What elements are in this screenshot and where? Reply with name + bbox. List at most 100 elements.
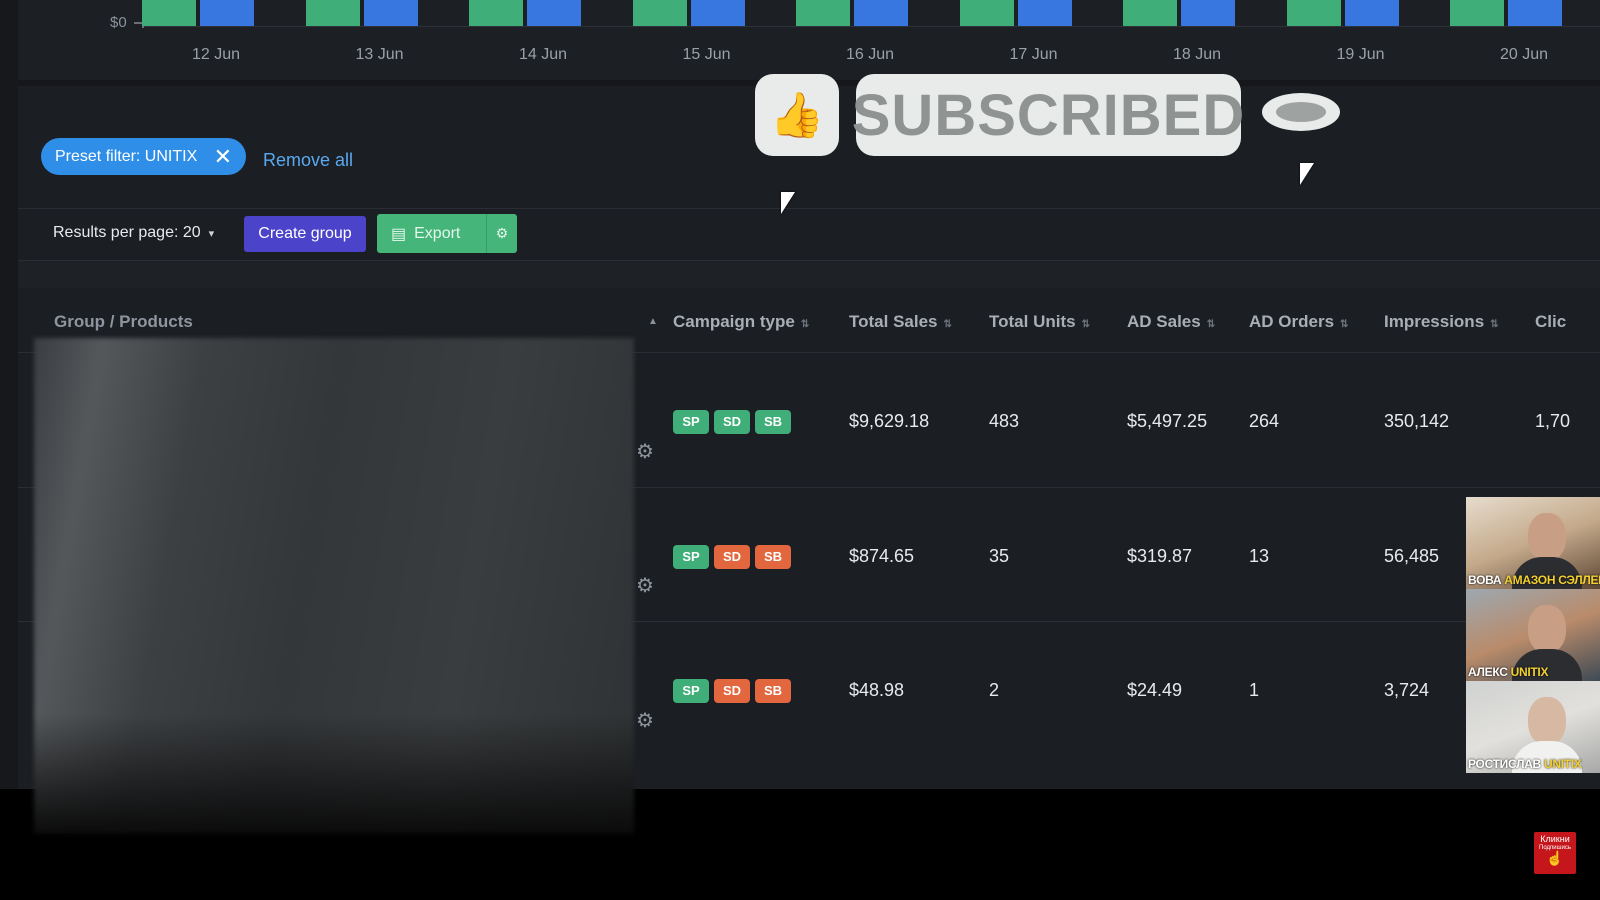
x-tick-label: 15 Jun (682, 46, 731, 63)
person-icon (1528, 605, 1566, 653)
col-clicks[interactable]: Clic (1535, 312, 1566, 332)
sort-icon: ⇅ (1340, 319, 1349, 330)
col-impressions[interactable]: Impressions ⇅ (1384, 312, 1499, 332)
ad-sales: $5,497.25 (1127, 411, 1208, 431)
col-label: Campaign type (673, 312, 795, 331)
chart-baseline (144, 26, 1600, 27)
x-tick-label: 19 Jun (1336, 46, 1385, 63)
bell-icon[interactable] (1262, 93, 1340, 131)
badge-sd: SD (714, 545, 750, 569)
total-sales: $48.98 (849, 680, 905, 700)
chart-bar-blue (527, 0, 581, 26)
impressions: 56,485 (1384, 546, 1440, 566)
total-sales: $874.65 (849, 546, 915, 566)
hand-pointer-icon: ☝ (1546, 850, 1564, 867)
gear-icon[interactable]: ⚙ (636, 439, 654, 464)
chart-bar-green (305, 0, 360, 26)
col-total-units[interactable]: Total Units ⇅ (989, 312, 1090, 332)
clicks: 1,70 (1535, 411, 1571, 431)
campaign-badges: SP SD SB (673, 679, 796, 703)
webcam-label: АЛЕКС UNITIX (1468, 665, 1548, 679)
chart-bar-blue (200, 0, 254, 26)
col-group-products[interactable]: Group / Products (54, 312, 193, 332)
spreadsheet-icon: ▤ (391, 225, 407, 243)
impressions: 3,724 (1384, 680, 1430, 700)
sort-icon: ⇅ (800, 319, 810, 330)
col-label: Impressions (1384, 312, 1485, 331)
webcam-name: ВОВА (1468, 573, 1502, 587)
chart-bar-green (632, 0, 687, 26)
col-label: Clic (1535, 312, 1567, 331)
ad-sales: $24.49 (1127, 680, 1183, 700)
chart-bar-blue (1181, 0, 1235, 26)
chart-bar-green (142, 0, 196, 26)
sort-asc-icon[interactable]: ▲ (648, 316, 658, 327)
y-tick-label: $0 (110, 14, 127, 31)
badge-sb: SB (755, 545, 791, 569)
chart-bar-blue (363, 0, 418, 26)
x-tick-label: 17 Jun (1009, 46, 1058, 63)
export-button[interactable]: ▤ Export ⚙ (377, 214, 517, 253)
x-tick-label: 16 Jun (845, 46, 895, 63)
webcam-name: АЛЕКС (1468, 665, 1508, 679)
x-tick-label: 14 Jun (518, 46, 568, 63)
chart-bar-blue (854, 0, 908, 26)
chart-bar-green (796, 0, 850, 26)
webcam-name: РОСТИСЛАВ (1468, 757, 1541, 771)
chart-bar-green (469, 0, 523, 26)
x-tick-label: 20 Jun (1499, 46, 1549, 63)
col-ad-orders[interactable]: AD Orders ⇅ (1249, 312, 1348, 332)
chart-bar-blue (1508, 0, 1562, 26)
gear-icon[interactable]: ⚙ (636, 708, 654, 733)
gear-icon[interactable]: ⚙ (487, 225, 517, 242)
webcam-feed: ВОВА АМАЗОН СЭЛЛЕР (1466, 497, 1600, 589)
total-units: 35 (989, 546, 1010, 566)
export-main[interactable]: ▤ Export (377, 224, 486, 244)
badge-sb: SB (755, 410, 791, 434)
col-total-sales[interactable]: Total Sales ⇅ (849, 312, 952, 332)
y-axis-tick (134, 22, 142, 24)
col-ad-sales[interactable]: AD Sales ⇅ (1127, 312, 1215, 332)
webcam-role: UNITIX (1510, 665, 1549, 679)
subscribed-button[interactable]: SUBSCRIBED (852, 74, 1244, 156)
ad-orders: 264 (1249, 411, 1280, 431)
campaign-badges: SP SD SB (673, 410, 796, 434)
sort-icon: ⇅ (1206, 319, 1216, 330)
gear-icon[interactable]: ⚙ (636, 573, 654, 598)
x-tick-label: 13 Jun (355, 46, 404, 63)
badge-sp: SP (673, 679, 709, 703)
webcam-feed: АЛЕКС UNITIX (1466, 589, 1600, 681)
badge-sb: SB (755, 679, 791, 703)
person-icon (1528, 513, 1566, 561)
total-units: 2 (989, 680, 1000, 700)
remove-all-link[interactable]: Remove all (263, 150, 353, 171)
col-campaign-type[interactable]: Campaign type ⇅ (673, 312, 809, 332)
sales-chart: $0 12 Jun 13 Jun 14 Jun 15 Jun 16 Jun 17 Jun 1… (18, 0, 1600, 80)
badge-sd: SD (714, 410, 750, 434)
chart-bar-green (959, 0, 1014, 26)
total-sales: $9,629.18 (849, 411, 930, 431)
webcam-label: РОСТИСЛАВ UNITIX (1468, 757, 1582, 771)
sort-icon: ⇅ (1490, 319, 1499, 330)
results-per-page-select[interactable]: Results per page: 20 ▾ (53, 224, 214, 242)
chevron-down-icon: ▾ (208, 227, 215, 240)
subscribe-click-badge[interactable]: Кликни Подпишись ☝ (1534, 832, 1576, 874)
export-label: Export (414, 224, 461, 242)
webcam-role: UNITIX (1543, 757, 1582, 771)
preset-filter-chip[interactable]: Preset filter: UNITIX ✕ (41, 138, 246, 175)
close-icon[interactable]: ✕ (214, 145, 232, 168)
results-per-page-label: Results per page: 20 (53, 224, 201, 241)
ad-orders: 1 (1249, 680, 1260, 700)
badge-sp: SP (673, 545, 709, 569)
ad-sales: $319.87 (1127, 546, 1193, 566)
impressions: 350,142 (1384, 411, 1450, 431)
create-group-button[interactable]: Create group (244, 216, 366, 252)
chart-bar-green (1286, 0, 1341, 26)
badge-sd: SD (714, 679, 750, 703)
left-rail (0, 0, 18, 789)
badge-sp: SP (673, 410, 709, 434)
col-label: Total Units (989, 312, 1076, 331)
spacer-band (18, 261, 1600, 288)
chart-bar-blue (1017, 0, 1072, 26)
thumbs-up-icon[interactable]: 👍 (755, 74, 839, 156)
